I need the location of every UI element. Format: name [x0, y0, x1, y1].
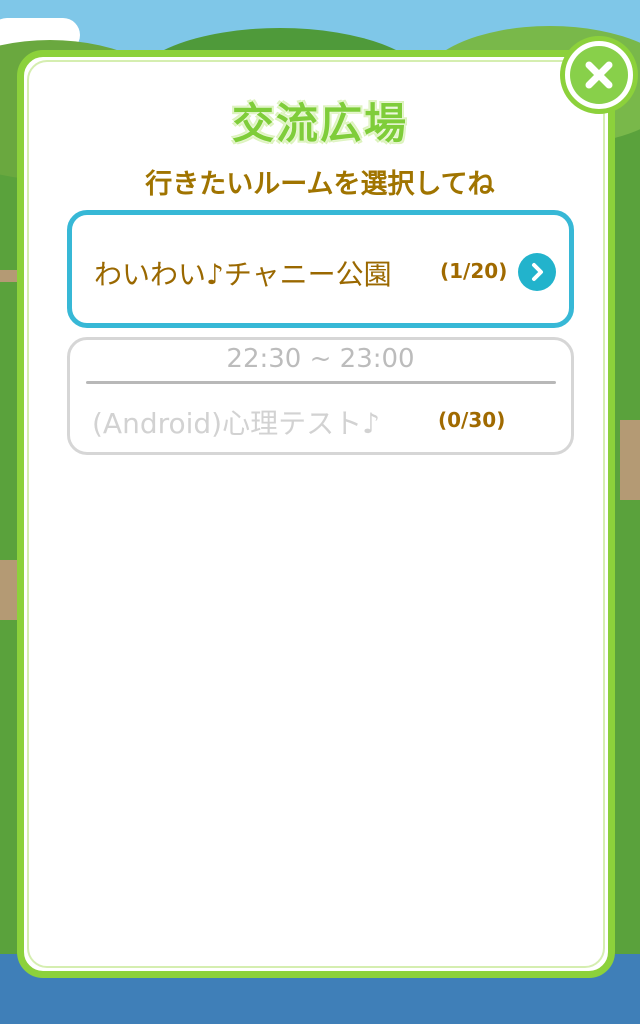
- divider: [86, 381, 556, 384]
- room-name: (Android)心理テスト♪: [92, 407, 380, 440]
- close-button[interactable]: [560, 36, 638, 114]
- chevron-right-icon: [518, 253, 556, 291]
- road: [620, 420, 640, 500]
- room-card-active[interactable]: わいわい♪チャニー公園 (1/20): [67, 210, 574, 328]
- close-icon: [570, 46, 628, 104]
- room-card-disabled: 22:30 ~ 23:00 (Android)心理テスト♪ (0/30): [67, 337, 574, 455]
- room-name: わいわい♪チャニー公園: [94, 258, 392, 291]
- room-count: (0/30): [438, 408, 506, 432]
- event-time: 22:30 ~ 23:00: [226, 344, 415, 374]
- room-count: (1/20): [440, 259, 508, 283]
- dialog-title: 交流広場: [231, 99, 408, 148]
- dialog-subtitle: 行きたいルームを選択してね: [145, 169, 495, 200]
